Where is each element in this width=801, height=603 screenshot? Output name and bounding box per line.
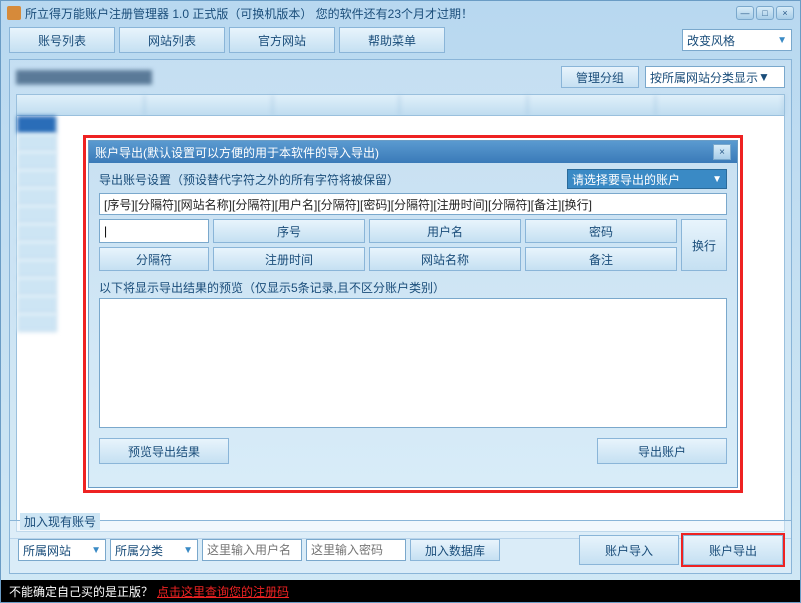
separator-input[interactable] <box>99 219 209 243</box>
token-remark-button[interactable]: 备注 <box>525 247 677 271</box>
preview-label: 以下将显示导出结果的预览（仅显示5条记录,且不区分账户类别） <box>99 279 727 296</box>
add-database-button[interactable]: 加入数据库 <box>410 539 500 561</box>
tab-website-list[interactable]: 网站列表 <box>119 27 225 53</box>
password-input[interactable] <box>306 539 406 561</box>
table-row[interactable] <box>17 116 784 134</box>
token-regtime-button[interactable]: 注册时间 <box>213 247 365 271</box>
chevron-down-icon: ▼ <box>183 545 193 556</box>
statusbar: 不能确定自己买的是正版？ 点击这里查询您的注册码 <box>1 580 800 602</box>
chevron-down-icon: ▼ <box>758 70 770 84</box>
blurred-header-text: ████████████████ <box>16 70 152 84</box>
select-accounts-dropdown[interactable]: 请选择要导出的账户 ▼ <box>567 169 727 189</box>
dialog-close-button[interactable]: × <box>713 144 731 160</box>
token-wrap-button[interactable]: 换行 <box>681 219 727 271</box>
add-account-panel: 加入现有账号 所属网站▼ 所属分类▼ 加入数据库 账户导入 账户导出 <box>9 520 792 574</box>
dialog-title: 账户导出(默认设置可以方便的用于本软件的导入导出) <box>95 144 379 161</box>
main-toolbar: 账号列表 网站列表 官方网站 帮助菜单 改变风格 ▼ <box>1 25 800 55</box>
chevron-down-icon: ▼ <box>91 545 101 556</box>
style-select[interactable]: 改变风格 ▼ <box>682 29 792 51</box>
export-dialog: 账户导出(默认设置可以方便的用于本软件的导入导出) × 导出账号设置（预设替代字… <box>88 140 738 488</box>
token-site-button[interactable]: 网站名称 <box>369 247 521 271</box>
token-seq-button[interactable]: 序号 <box>213 219 365 243</box>
username-input[interactable] <box>202 539 302 561</box>
app-icon <box>7 6 21 20</box>
token-pass-button[interactable]: 密码 <box>525 219 677 243</box>
preview-textarea[interactable] <box>99 298 727 428</box>
chevron-down-icon: ▼ <box>777 35 787 46</box>
sort-select-label: 按所属网站分类显示 <box>650 69 758 86</box>
dialog-titlebar: 账户导出(默认设置可以方便的用于本软件的导入导出) × <box>89 141 737 163</box>
status-text: 不能确定自己买的是正版？ <box>9 583 153 600</box>
maximize-button[interactable]: □ <box>756 6 774 20</box>
tab-account-list[interactable]: 账号列表 <box>9 27 115 53</box>
export-setting-label: 导出账号设置（预设替代字符之外的所有字符将被保留） <box>99 171 399 188</box>
minimize-button[interactable]: — <box>736 6 754 20</box>
style-select-label: 改变风格 <box>687 32 735 49</box>
tab-official-site[interactable]: 官方网站 <box>229 27 335 53</box>
window-title: 所立得万能账户注册管理器 1.0 正式版（可换机版本） 您的软件还有23个月才过… <box>25 5 473 22</box>
export-accounts-button[interactable]: 账户导出 <box>683 535 783 565</box>
titlebar: 所立得万能账户注册管理器 1.0 正式版（可换机版本） 您的软件还有23个月才过… <box>1 1 800 25</box>
category-select[interactable]: 所属分类▼ <box>110 539 198 561</box>
close-button[interactable]: × <box>776 6 794 20</box>
status-link[interactable]: 点击这里查询您的注册码 <box>157 583 289 600</box>
site-select[interactable]: 所属网站▼ <box>18 539 106 561</box>
grid-header <box>16 94 785 116</box>
manage-group-button[interactable]: 管理分组 <box>561 66 639 88</box>
import-accounts-button[interactable]: 账户导入 <box>579 535 679 565</box>
chevron-down-icon: ▼ <box>712 174 722 185</box>
token-sep-button[interactable]: 分隔符 <box>99 247 209 271</box>
tab-help-menu[interactable]: 帮助菜单 <box>339 27 445 53</box>
select-accounts-label: 请选择要导出的账户 <box>572 171 680 188</box>
preview-export-button[interactable]: 预览导出结果 <box>99 438 229 464</box>
add-account-legend: 加入现有账号 <box>20 513 100 530</box>
export-dialog-highlight: 账户导出(默认设置可以方便的用于本软件的导入导出) × 导出账号设置（预设替代字… <box>83 135 743 493</box>
format-string-input[interactable]: [序号][分隔符][网站名称][分隔符][用户名][分隔符][密码][分隔符][… <box>99 193 727 215</box>
do-export-button[interactable]: 导出账户 <box>597 438 727 464</box>
token-user-button[interactable]: 用户名 <box>369 219 521 243</box>
sort-select[interactable]: 按所属网站分类显示 ▼ <box>645 66 785 88</box>
